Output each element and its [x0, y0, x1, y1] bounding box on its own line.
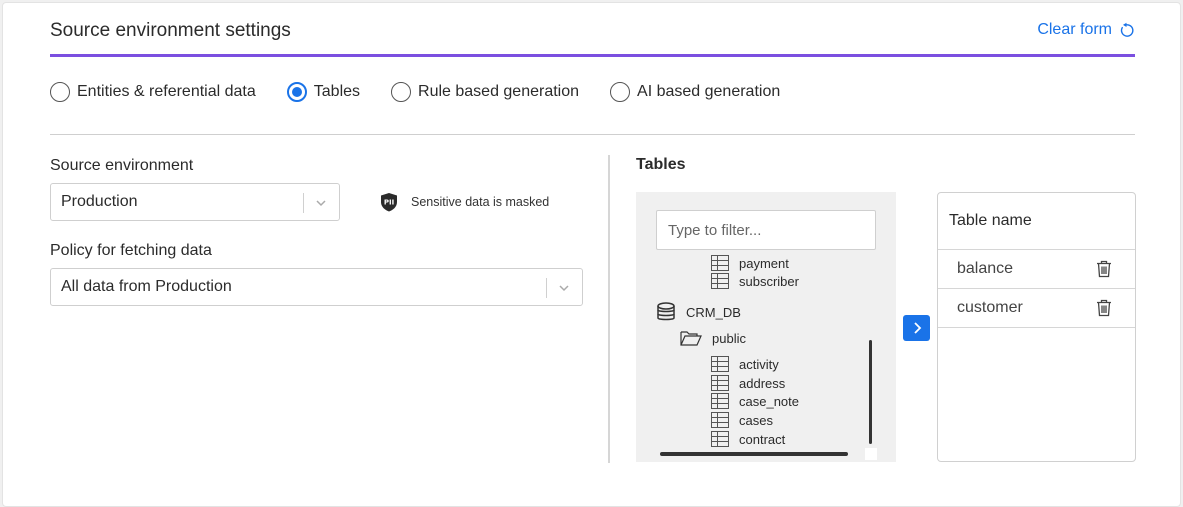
source-environment-label: Source environment	[50, 157, 194, 174]
tree-table-item[interactable]: payment	[711, 255, 789, 271]
selected-table-row: customer	[938, 289, 1135, 328]
horizontal-divider	[50, 134, 1135, 135]
vertical-divider	[608, 155, 610, 463]
tree-item-label: address	[739, 375, 786, 391]
chevron-right-icon	[913, 322, 921, 334]
select-separator	[303, 193, 304, 213]
vertical-scrollbar[interactable]	[869, 340, 872, 444]
radio-circle[interactable]	[610, 82, 631, 102]
policy-label: Policy for fetching data	[50, 242, 212, 259]
table-icon	[711, 255, 729, 271]
radio-label: Entities & referential data	[77, 83, 256, 100]
source-environment-select[interactable]: Production	[50, 183, 340, 221]
source-environment-value: Production	[61, 193, 138, 210]
selected-tables-panel: Table name balance customer	[937, 192, 1136, 462]
selected-table-row: balance	[938, 250, 1135, 289]
radio-ai-based[interactable]: AI based generation	[610, 82, 780, 102]
tree-item-label: public	[712, 330, 746, 346]
trash-icon[interactable]	[1096, 260, 1112, 278]
database-icon	[657, 302, 675, 321]
trash-icon[interactable]	[1096, 299, 1112, 317]
tree-table-item[interactable]: subscriber	[711, 273, 799, 289]
filter-input[interactable]	[656, 210, 876, 250]
selected-table-name: customer	[957, 299, 1023, 316]
tree-table-item[interactable]: address	[711, 375, 785, 391]
tree-database-item[interactable]: CRM_DB	[656, 302, 741, 322]
tree-table-item[interactable]: activity	[711, 356, 779, 372]
tree-item-label: subscriber	[739, 273, 799, 289]
svg-text:PII: PII	[384, 199, 394, 207]
radio-circle[interactable]	[391, 82, 412, 102]
radio-entities[interactable]: Entities & referential data	[50, 82, 256, 102]
radio-tables[interactable]: Tables	[286, 82, 361, 102]
tables-heading: Tables	[636, 156, 686, 173]
tree-item-label: cases	[739, 412, 773, 428]
radio-rule-based[interactable]: Rule based generation	[391, 82, 579, 102]
pii-notice: PII Sensitive data is masked	[380, 192, 549, 212]
radio-circle-checked[interactable]	[286, 82, 307, 102]
open-folder-icon	[680, 331, 702, 346]
table-icon	[711, 412, 729, 428]
table-icon	[711, 393, 729, 409]
clear-form-label: Clear form	[1037, 21, 1112, 38]
selected-table-name: balance	[957, 260, 1014, 277]
pii-text: Sensitive data is masked	[411, 195, 550, 209]
move-right-button[interactable]	[903, 315, 930, 341]
radio-label: Tables	[313, 83, 361, 100]
pii-shield-icon: PII	[381, 193, 397, 212]
table-icon	[711, 431, 729, 447]
section-header: Source environment settings Clear form	[50, 0, 1135, 57]
radio-label: AI based generation	[637, 83, 781, 100]
tree-table-item[interactable]: contract	[711, 431, 785, 447]
chevron-down-icon[interactable]	[315, 197, 327, 209]
tree-item-label: CRM_DB	[686, 304, 741, 320]
radio-circle[interactable]	[50, 82, 70, 102]
tree-table-item[interactable]: case_note	[711, 393, 799, 409]
table-icon	[711, 273, 729, 289]
table-icon	[711, 375, 729, 391]
chevron-down-icon[interactable]	[558, 282, 570, 294]
tree-item-label: activity	[739, 356, 779, 372]
tree-item-label: case_note	[739, 393, 799, 409]
table-icon	[711, 356, 729, 372]
policy-value: All data from Production	[61, 278, 232, 295]
mode-radio-group: Entities & referential data Tables Rule …	[50, 82, 811, 102]
horizontal-scrollbar[interactable]	[660, 452, 848, 456]
table-tree-panel: payment subscriber CRM_DB public activit…	[636, 192, 896, 462]
reset-icon	[1120, 22, 1134, 37]
tree-table-item[interactable]: cases	[711, 412, 773, 428]
page-title: Source environment settings	[50, 20, 291, 41]
scroll-corner	[865, 448, 877, 460]
policy-select[interactable]: All data from Production	[50, 268, 583, 306]
table-name-header: Table name	[938, 193, 1135, 250]
clear-form-button[interactable]: Clear form	[1037, 21, 1135, 39]
radio-label: Rule based generation	[418, 83, 580, 100]
tree-item-label: contract	[739, 431, 786, 447]
tree-item-label: payment	[739, 255, 789, 271]
tree-schema-item[interactable]: public	[680, 330, 746, 346]
select-separator	[546, 278, 547, 298]
